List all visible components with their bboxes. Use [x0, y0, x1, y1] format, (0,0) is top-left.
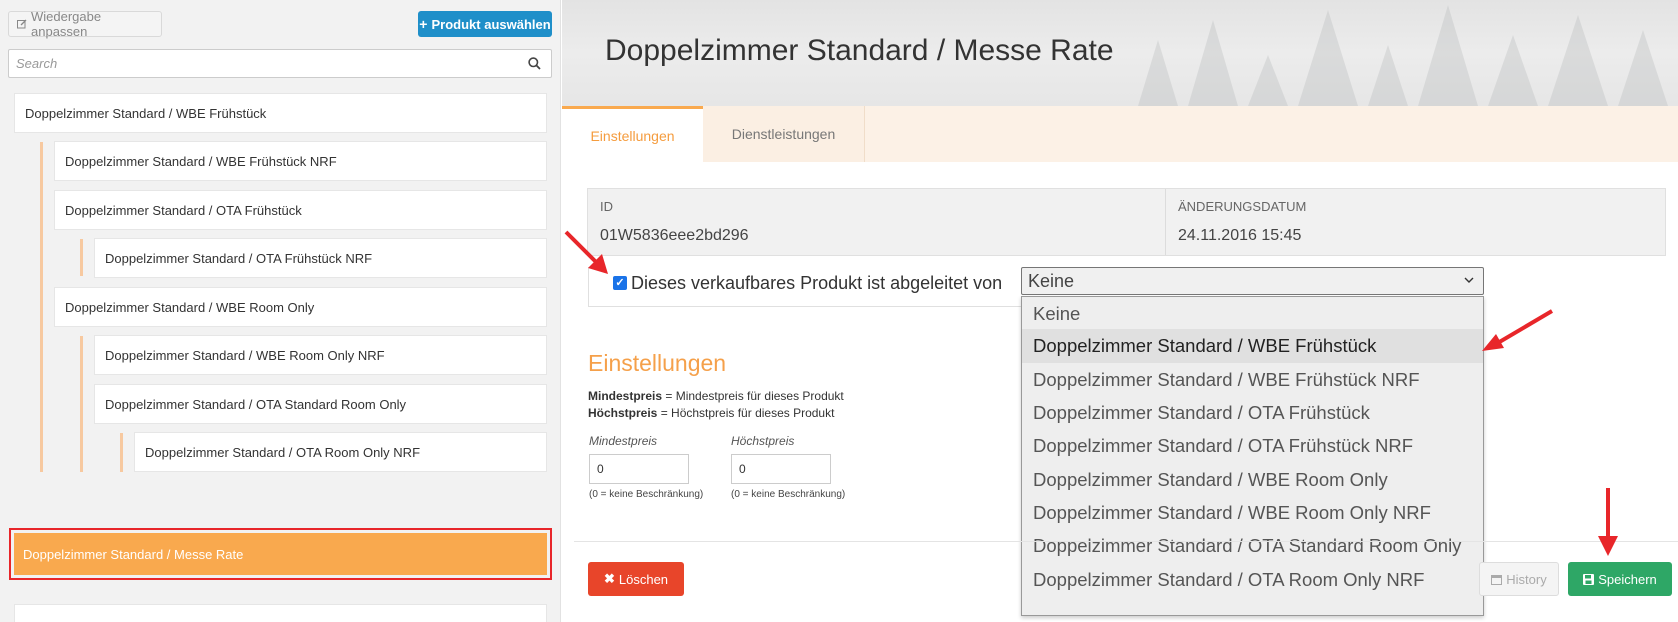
tab-settings-label: Einstellungen	[590, 127, 675, 144]
max-price-legend: Höchstpreis = Höchstpreis für dieses Pro…	[588, 406, 834, 420]
history-button[interactable]: History	[1479, 562, 1559, 596]
dropdown-option-label: Doppelzimmer Standard / OTA Frühstück NR…	[1033, 435, 1414, 456]
info-date-column: ÄNDERUNGSDATUM 24.11.2016 15:45	[1166, 189, 1666, 255]
tree-item-partial[interactable]	[14, 604, 547, 622]
tree-line-level-3	[120, 433, 123, 472]
delete-button[interactable]: ✖ Löschen	[588, 562, 684, 596]
derived-product-row: ✓ Dieses verkaufbares Produkt ist abgele…	[588, 267, 1028, 307]
derived-from-selected-value: Keine	[1028, 270, 1075, 291]
dropdown-option-highlighted[interactable]: Doppelzimmer Standard / WBE Frühstück	[1022, 329, 1483, 363]
dropdown-option-label: Keine	[1033, 303, 1081, 324]
close-icon: ✖	[603, 571, 615, 586]
annotation-arrow-save	[1598, 488, 1618, 556]
min-price-input[interactable]: 0	[589, 454, 689, 484]
derived-label: Dieses verkaufbares Produkt ist abgeleit…	[631, 273, 1003, 293]
min-price-term: Mindestpreis	[588, 389, 663, 403]
dropdown-option[interactable]: Doppelzimmer Standard / OTA Frühstück	[1022, 396, 1483, 430]
plus-icon: +	[419, 16, 428, 32]
change-date-value: 24.11.2016 15:45	[1178, 227, 1302, 244]
tree-item-label: Doppelzimmer Standard / OTA Frühstück	[65, 202, 302, 218]
settings-section-title: Einstellungen	[588, 350, 727, 376]
max-price-label: Höchstpreis	[731, 434, 795, 448]
max-price-desc: = Höchstpreis für dieses Produkt	[657, 406, 835, 420]
dropdown-option[interactable]: Doppelzimmer Standard / OTA Room Only NR…	[1022, 563, 1483, 597]
footer-divider	[574, 541, 1678, 542]
product-info-table: ID 01W5836eee2bd296 ÄNDERUNGSDATUM 24.11…	[587, 188, 1666, 256]
dropdown-option-label: Doppelzimmer Standard / OTA Room Only NR…	[1033, 569, 1425, 590]
tree-item-selected[interactable]: Doppelzimmer Standard / Messe Rate	[9, 528, 552, 580]
id-value: 01W5836eee2bd296	[600, 227, 749, 244]
search-input[interactable]	[9, 50, 509, 77]
tree-item-label: Doppelzimmer Standard / WBE Room Only NR…	[105, 347, 385, 363]
tree-item-label: Doppelzimmer Standard / OTA Standard Roo…	[105, 396, 407, 412]
select-product-label: Produkt auswählen	[431, 16, 551, 32]
page-title: Doppelzimmer Standard / Messe Rate	[605, 34, 1114, 67]
edit-square-icon	[17, 19, 27, 29]
adjust-display-label: Wiedergabe anpassen	[31, 9, 102, 39]
tree-item-label: Doppelzimmer Standard / OTA Room Only NR…	[145, 444, 421, 460]
tab-settings[interactable]: Einstellungen	[562, 106, 703, 162]
derived-checkbox[interactable]: ✓	[613, 276, 627, 290]
tree-item[interactable]: Doppelzimmer Standard / WBE Room Only NR…	[94, 335, 547, 375]
tree-item[interactable]: Doppelzimmer Standard / OTA Frühstück	[54, 190, 547, 230]
info-id-column: ID 01W5836eee2bd296	[588, 189, 1166, 255]
tree-line-level-1	[40, 142, 43, 472]
dropdown-option-label: Doppelzimmer Standard / OTA Frühstück	[1033, 402, 1370, 423]
min-price-legend: Mindestpreis = Mindestpreis für dieses P…	[588, 389, 844, 403]
tree-item-selected-inner: Doppelzimmer Standard / Messe Rate	[14, 533, 547, 575]
tree-item-label: Doppelzimmer Standard / Messe Rate	[23, 546, 244, 562]
tree-line-level-2a	[80, 239, 83, 276]
history-button-label: History	[1506, 571, 1547, 587]
dropdown-option[interactable]: Keine	[1022, 297, 1483, 331]
derived-from-select[interactable]: Keine	[1021, 267, 1484, 295]
tab-services-label: Dienstleistungen	[731, 126, 836, 142]
max-price-hint: (0 = keine Beschränkung)	[731, 489, 846, 500]
dropdown-option[interactable]: Doppelzimmer Standard / WBE Frühstück NR…	[1022, 363, 1483, 397]
derived-from-dropdown-list: Keine Doppelzimmer Standard / WBE Frühst…	[1021, 296, 1484, 616]
tree-item[interactable]: Doppelzimmer Standard / OTA Frühstück NR…	[94, 238, 547, 278]
tree-item[interactable]: Doppelzimmer Standard / WBE Room Only	[54, 287, 547, 327]
dropdown-option-label: Doppelzimmer Standard / WBE Frühstück	[1033, 335, 1377, 356]
tree-item[interactable]: Doppelzimmer Standard / OTA Standard Roo…	[94, 384, 547, 424]
tree-item-label: Doppelzimmer Standard / WBE Room Only	[65, 299, 315, 315]
tree-item[interactable]: Doppelzimmer Standard / WBE Frühstück NR…	[54, 141, 547, 181]
dropdown-option-label: Doppelzimmer Standard / WBE Room Only	[1033, 469, 1388, 490]
tab-bar: Einstellungen Dienstleistungen	[562, 106, 1678, 162]
save-button[interactable]: Speichern	[1568, 562, 1672, 596]
tree-item-label: Doppelzimmer Standard / WBE Frühstück	[25, 105, 267, 121]
tree-item-label: Doppelzimmer Standard / OTA Frühstück NR…	[105, 250, 373, 266]
min-price-hint: (0 = keine Beschränkung)	[589, 489, 704, 500]
chevron-down-icon	[1464, 277, 1474, 283]
tree-item-label: Doppelzimmer Standard / WBE Frühstück NR…	[65, 153, 337, 169]
dropdown-option[interactable]: Doppelzimmer Standard / OTA Standard Roo…	[1022, 529, 1483, 563]
change-date-label: ÄNDERUNGSDATUM	[1178, 199, 1307, 214]
dropdown-option[interactable]: Doppelzimmer Standard / WBE Room Only	[1022, 463, 1483, 497]
tab-services[interactable]: Dienstleistungen	[703, 106, 865, 162]
dropdown-option-label: Doppelzimmer Standard / WBE Room Only NR…	[1033, 502, 1431, 523]
select-product-button[interactable]: + Produkt auswählen	[418, 11, 552, 37]
floppy-disk-icon	[1583, 573, 1595, 585]
page-header: Doppelzimmer Standard / Messe Rate	[562, 0, 1678, 106]
adjust-display-button[interactable]: Wiedergabe anpassen	[8, 9, 162, 39]
annotation-arrow-option	[1482, 309, 1554, 351]
max-price-term: Höchstpreis	[588, 406, 658, 420]
search-icon[interactable]	[528, 57, 541, 70]
dropdown-option[interactable]: Doppelzimmer Standard / WBE Room Only NR…	[1022, 496, 1483, 530]
tree-item[interactable]: Doppelzimmer Standard / OTA Room Only NR…	[134, 432, 547, 472]
dropdown-option-label: Doppelzimmer Standard / WBE Frühstück NR…	[1033, 369, 1420, 390]
tree-line-level-2b	[80, 336, 83, 472]
min-price-label: Mindestpreis	[589, 434, 658, 448]
dropdown-option[interactable]: Doppelzimmer Standard / OTA Frühstück NR…	[1022, 429, 1483, 463]
delete-button-label: Löschen	[618, 571, 669, 587]
search-field	[8, 49, 552, 78]
dropdown-option-label: Doppelzimmer Standard / OTA Standard Roo…	[1033, 535, 1462, 556]
forest-background-image	[1138, 5, 1668, 106]
id-label: ID	[600, 199, 613, 214]
max-price-input[interactable]: 0	[731, 454, 831, 484]
save-button-label: Speichern	[1598, 571, 1657, 587]
calendar-icon	[1491, 574, 1503, 585]
product-sidebar: Wiedergabe anpassen + Produkt auswählen …	[0, 0, 561, 622]
min-price-desc: = Mindestpreis für dieses Produkt	[662, 389, 844, 403]
tree-item[interactable]: Doppelzimmer Standard / WBE Frühstück	[14, 93, 547, 133]
